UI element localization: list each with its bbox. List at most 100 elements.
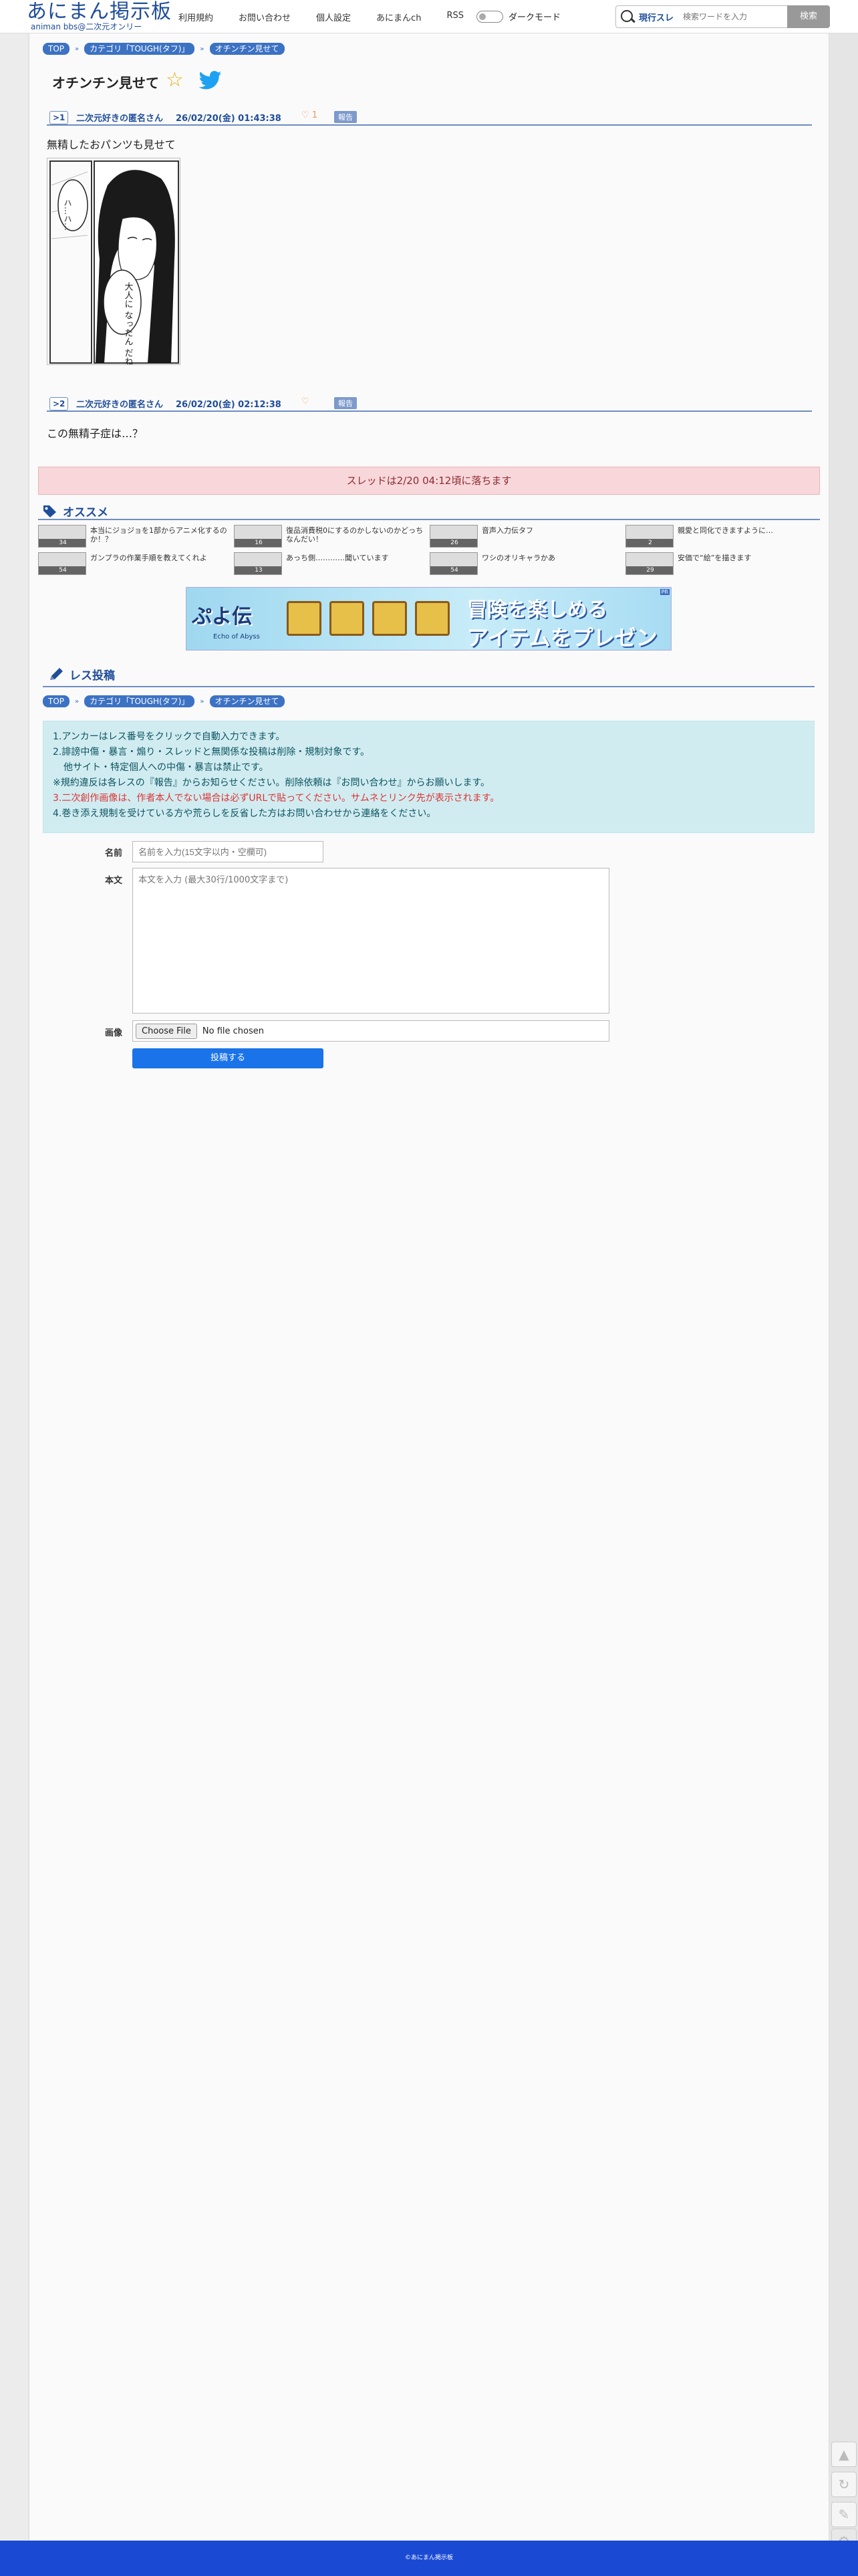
recommend-title: 本当にジョジョを1部からアニメ化するのか！？: [90, 526, 227, 544]
file-status: No file chosen: [202, 1026, 264, 1036]
thread-title: オチンチン見せて: [52, 75, 159, 91]
like-heart-icon[interactable]: ♡ 1: [301, 110, 317, 120]
like-count: 1: [311, 110, 318, 120]
darkmode-label: ダークモード: [509, 13, 561, 23]
choose-file-button[interactable]: Choose File: [136, 1023, 197, 1039]
breadcrumb-top[interactable]: TOP: [43, 43, 70, 55]
thumbnail: 54: [430, 552, 478, 575]
toggle-switch[interactable]: [476, 10, 503, 23]
thumbnail: 2: [625, 525, 674, 548]
nav-settings[interactable]: 個人設定: [316, 11, 351, 23]
item-icon: [415, 601, 450, 636]
top-nav: 利用規約 お問い合わせ 個人設定 あにまんch RSS: [178, 11, 489, 23]
search-button[interactable]: 検索: [787, 5, 830, 28]
like-heart-icon[interactable]: ♡: [301, 396, 309, 406]
image-label: 画像: [105, 1028, 123, 1038]
item-icon: [372, 601, 407, 636]
logo-sub: animan bbs@二次元オンリー: [31, 22, 142, 31]
recommend-title: あっち側…………聞いています: [286, 554, 389, 562]
post-body: 無精したおパンツも見せて: [47, 138, 176, 151]
search-box: 現行スレ: [615, 5, 789, 28]
nav-contact[interactable]: お問い合わせ: [239, 11, 291, 23]
breadcrumb-top[interactable]: TOP: [43, 695, 70, 707]
rule-3: 3.二次創作画像は、作者本人でない場合は必ずURLで貼ってください。サムネとリン…: [53, 793, 500, 804]
reply-count: 2: [626, 539, 673, 547]
post-number[interactable]: >1: [49, 111, 69, 124]
name-label: 名前: [105, 848, 123, 858]
reply-count: 54: [39, 566, 86, 574]
thumbnail: 13: [234, 552, 282, 575]
recommend-title: ガンプラの作業手順を教えてくれよ: [90, 554, 207, 562]
report-button[interactable]: 報告: [334, 111, 357, 123]
breadcrumb: TOP » カテゴリ「TOUGH(タフ)」 » オチンチン見せて: [43, 43, 285, 55]
breadcrumb-thread[interactable]: オチンチン見せて: [209, 43, 285, 55]
pencil-icon: [50, 667, 63, 680]
site-logo[interactable]: あにまん掲示板 animan bbs@二次元オンリー: [27, 1, 172, 31]
post-header-2: >2 二次元好きの匿名さん 26/02/20(金) 02:12:38 ♡ 報告: [47, 396, 812, 412]
name-input[interactable]: [132, 841, 323, 862]
post-body: この無精子症は…？: [47, 427, 144, 440]
breadcrumb-category[interactable]: カテゴリ「TOUGH(タフ)」: [84, 43, 195, 55]
reply-divider: [43, 686, 815, 687]
reply-count: 29: [626, 566, 673, 574]
item-icon: [287, 601, 321, 636]
recommend-item[interactable]: 29 安価で“絵”を描きます: [625, 552, 819, 575]
post-author: 二次元好きの匿名さん: [76, 400, 164, 410]
nav-rss[interactable]: RSS: [446, 11, 464, 23]
recommend-title: 親愛と同化できますように…: [678, 526, 773, 535]
recommend-title: オススメ: [63, 506, 108, 519]
submit-button[interactable]: 投稿する: [132, 1048, 323, 1068]
rule-2b: 他サイト・特定個人への中傷・暴言は禁止です。: [63, 762, 269, 773]
reply-count: 16: [235, 539, 281, 547]
recommend-item[interactable]: 2 親愛と同化できますように…: [625, 525, 819, 548]
recommend-title: ワシのオリキャラかあ: [482, 554, 555, 562]
breadcrumb-sep-icon: »: [75, 45, 80, 53]
recommend-title: 復品消費税0にするのかしないのかどっちなんだい！: [286, 526, 424, 544]
manga-panel-drawing: ハ…ハ… 大人に なったん だね: [47, 158, 180, 364]
body-textarea[interactable]: [132, 868, 609, 1014]
recommend-item[interactable]: 34 本当にジョジョを1部からアニメ化するのか！？: [38, 525, 232, 548]
thumbnail: 29: [625, 552, 674, 575]
rule-2: 2.誹謗中傷・暴言・煽り・スレッドと無関係な投稿は削除・規制対象です。: [53, 747, 370, 757]
image-file-input[interactable]: Choose File No file chosen: [132, 1020, 609, 1042]
recommend-item[interactable]: 26 音声入力伝タフ: [430, 525, 623, 548]
rule-1: 1.アンカーはレス番号をクリックで自動入力できます。: [53, 731, 285, 742]
recommend-item[interactable]: 13 あっち側…………聞いています: [234, 552, 428, 575]
post-author: 二次元好きの匿名さん: [76, 114, 164, 124]
breadcrumb-thread[interactable]: オチンチン見せて: [209, 695, 285, 707]
rule-note: ※規約違反は各レスの『報告』からお知らせください。削除依頼は『お問い合わせ』から…: [53, 778, 490, 788]
recommend-item[interactable]: 16 復品消費税0にするのかしないのかどっちなんだい！: [234, 525, 428, 548]
reload-icon[interactable]: ↻: [831, 2472, 857, 2497]
ad-banner[interactable]: ぷよ伝 Echo of Abyss 冒険を楽しめる アイテムをプレゼント PR: [186, 587, 672, 651]
post-number[interactable]: >2: [49, 397, 69, 411]
recommend-divider: [38, 519, 820, 520]
darkmode-toggle[interactable]: ダークモード: [476, 10, 561, 23]
reply-count: 54: [430, 566, 477, 574]
search-input[interactable]: [683, 12, 784, 21]
nav-terms[interactable]: 利用規約: [178, 11, 213, 23]
item-icon: [329, 601, 364, 636]
reply-count: 13: [235, 566, 281, 574]
rule-4: 4.巻き添え規制を受けている方や荒らしを反省した方はお問い合わせから連絡をくださ…: [53, 808, 436, 819]
twitter-icon[interactable]: [199, 71, 222, 90]
recommend-item[interactable]: 54 ガンプラの作業手順を教えてくれよ: [38, 552, 232, 575]
compose-icon[interactable]: ✎: [831, 2502, 857, 2527]
manga-speech-1: ハ…ハ…: [63, 199, 72, 231]
recommend-heading: オススメ: [43, 503, 108, 519]
reply-title: レス投稿: [69, 669, 115, 683]
site-footer: ©あにまん掲示板: [0, 2541, 858, 2576]
recommend-item[interactable]: 54 ワシのオリキャラかあ: [430, 552, 623, 575]
breadcrumb-category[interactable]: カテゴリ「TOUGH(タフ)」: [84, 695, 195, 707]
breadcrumb-sep-icon: »: [200, 45, 204, 53]
nav-animanch[interactable]: あにまんch: [376, 11, 421, 23]
post-image[interactable]: ハ…ハ… 大人に なったん だね: [47, 158, 180, 365]
report-button[interactable]: 報告: [334, 397, 357, 409]
favorite-star-icon[interactable]: ☆: [166, 70, 184, 90]
thread-expiry-notice: スレッドは2/20 04:12頃に落ちます: [38, 467, 820, 495]
scroll-top-icon[interactable]: ▲: [831, 2442, 857, 2467]
posting-rules: 1.アンカーはレス番号をクリックで自動入力できます。 2.誹謗中傷・暴言・煽り・…: [43, 721, 815, 833]
search-scope[interactable]: 現行スレ: [639, 11, 674, 23]
logo-main: あにまん掲示板: [27, 0, 172, 23]
post-date: 26/02/20(金) 02:12:38: [176, 400, 281, 410]
thumbnail: 54: [38, 552, 86, 575]
